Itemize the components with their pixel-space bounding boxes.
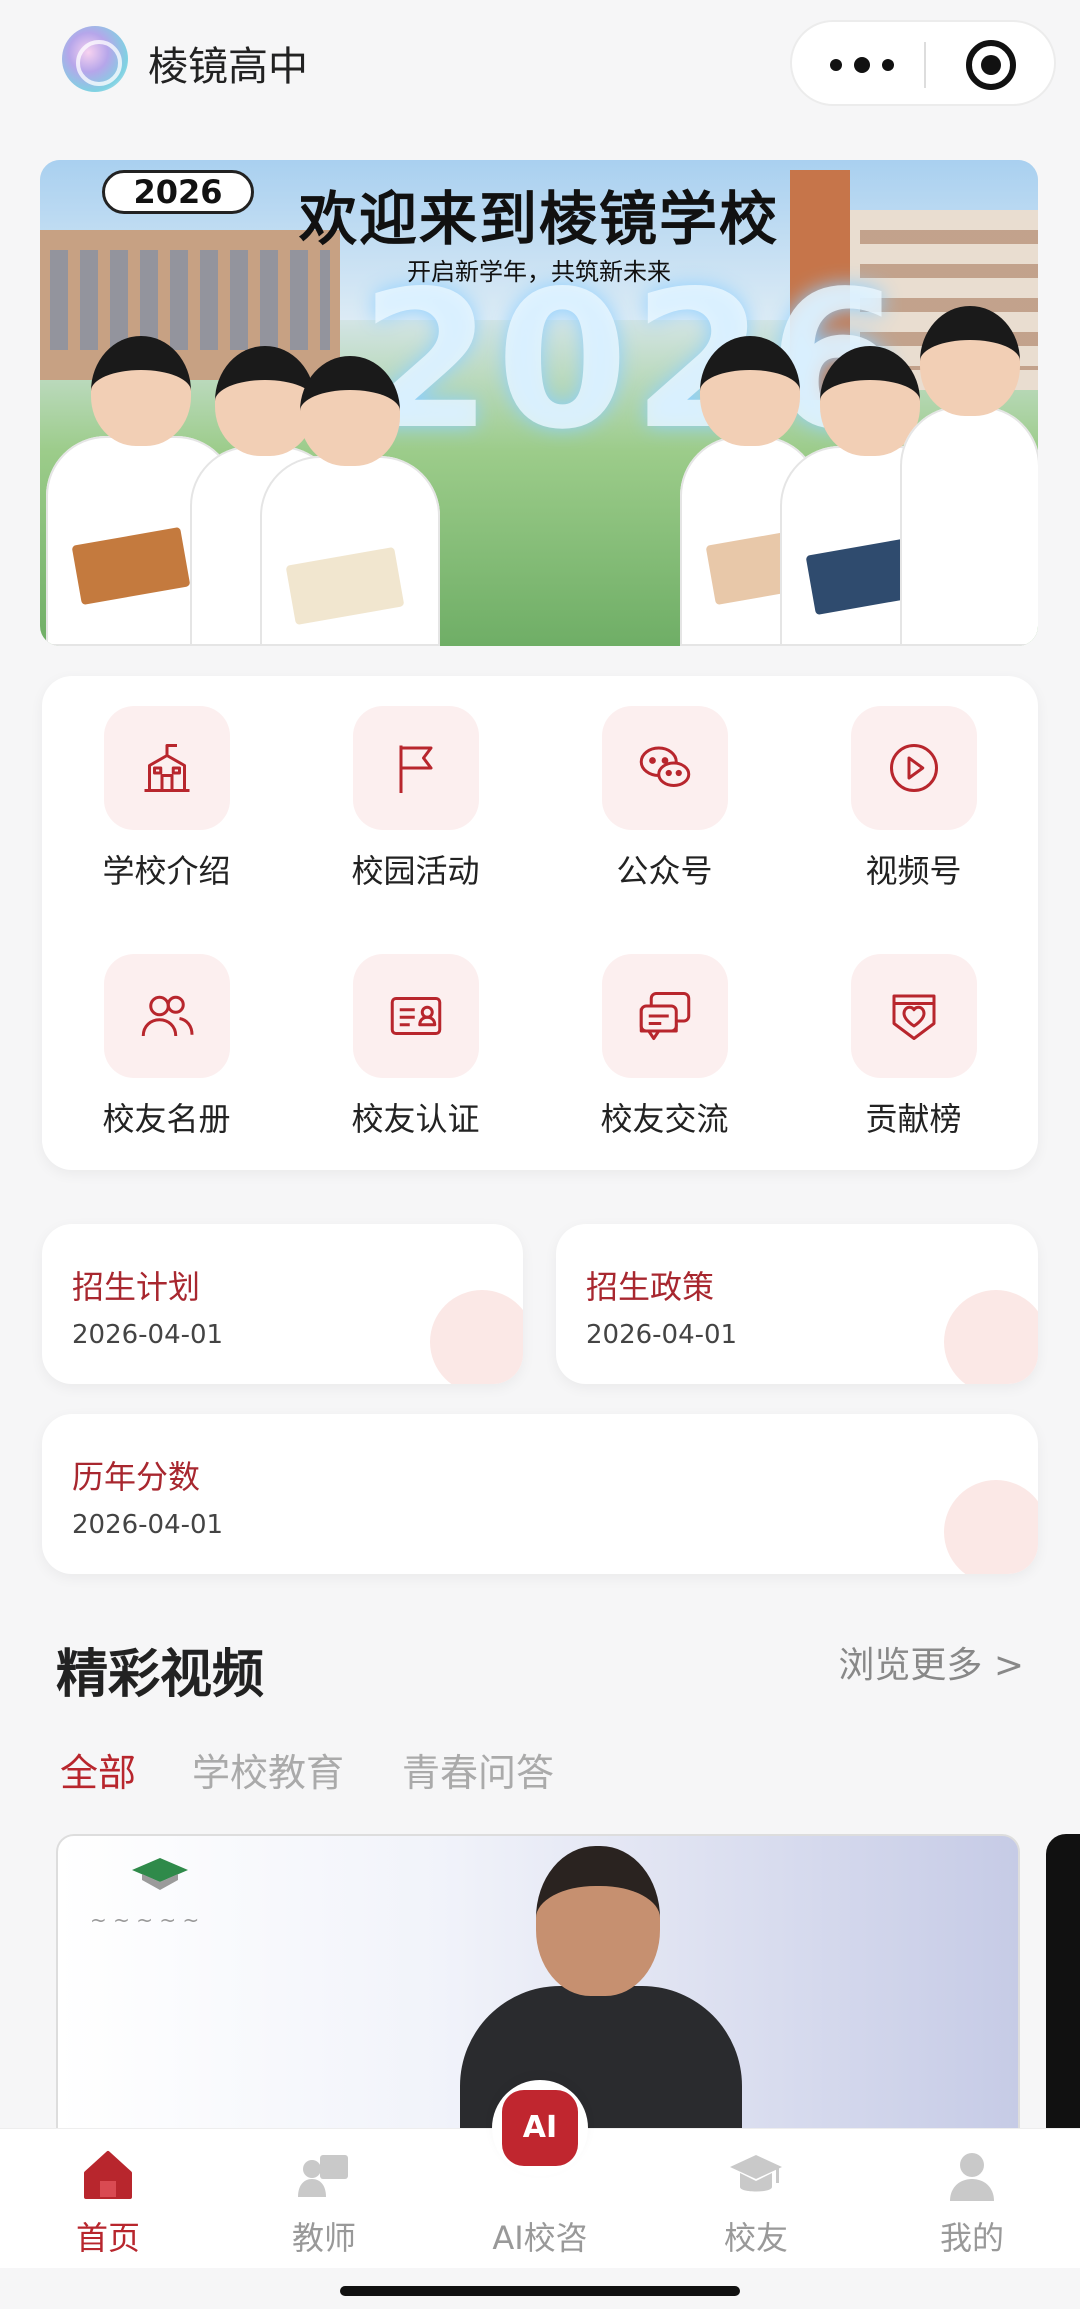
home-icon — [84, 2151, 132, 2199]
user-icon — [950, 2153, 994, 2201]
info-card-title: 招生计划 — [72, 1268, 201, 1306]
info-card-date: 2026-04-01 — [586, 1320, 738, 1350]
card-decoration — [430, 1290, 523, 1384]
banner-student — [260, 356, 440, 646]
nav-item-teacher[interactable]: 教师 — [216, 2129, 432, 2269]
menu-item-label: 校友交流 — [600, 1100, 729, 1138]
nav-item-alumni[interactable]: 校友 — [648, 2129, 864, 2269]
mini-program-capsule — [790, 20, 1056, 106]
menu-item-label: 视频号 — [865, 852, 962, 890]
info-card-enrollment-plan[interactable]: 招生计划 2026-04-01 — [42, 1224, 523, 1384]
graduation-cap-icon — [730, 2155, 782, 2192]
info-card-title: 招生政策 — [586, 1268, 715, 1306]
video-watermark: ~ ~ ~ ~ ~ — [90, 1908, 200, 1932]
welcome-banner[interactable]: 2026 2026 欢迎来到棱镜学校 开启新学年，共筑新未来 — [40, 160, 1038, 646]
menu-item-label: 贡献榜 — [865, 1100, 962, 1138]
app-title: 棱镜高中 — [148, 44, 308, 90]
banner-student — [900, 306, 1038, 646]
id-card-icon — [390, 997, 442, 1035]
menu-item-video-channel[interactable]: 视频号 — [789, 676, 1038, 890]
nav-label: 校友 — [723, 2219, 788, 2257]
nav-item-home[interactable]: 首页 — [0, 2129, 216, 2269]
nav-label: 首页 — [75, 2219, 140, 2257]
nav-label: 教师 — [291, 2219, 356, 2257]
video-thumbnail-person-head — [536, 1846, 660, 1996]
heart-shield-icon — [892, 994, 936, 1040]
menu-item-label: 公众号 — [616, 852, 713, 890]
menu-item-label: 校友名册 — [102, 1100, 231, 1138]
tab-all[interactable]: 全部 — [60, 1742, 136, 1797]
menu-item-alumni-verify[interactable]: 校友认证 — [291, 924, 540, 1138]
more-options-icon[interactable] — [830, 50, 894, 80]
menu-item-alumni-exchange[interactable]: 校友交流 — [540, 924, 789, 1138]
ai-consult-button[interactable]: AI — [492, 2080, 588, 2176]
browse-more-link[interactable]: 浏览更多 > — [838, 1636, 1024, 1688]
menu-item-label: 校友认证 — [351, 1100, 480, 1138]
menu-item-official-account[interactable]: 公众号 — [540, 676, 789, 890]
users-icon — [141, 995, 194, 1037]
capsule-divider — [924, 42, 926, 88]
tab-school-education[interactable]: 学校教育 — [192, 1742, 344, 1797]
menu-item-school-intro[interactable]: 学校介绍 — [42, 676, 291, 890]
menu-item-contribution-board[interactable]: 贡献榜 — [789, 924, 1038, 1138]
wechat-icon — [639, 746, 691, 787]
info-card-date: 2026-04-01 — [72, 1510, 224, 1540]
play-icon — [890, 744, 938, 792]
banner-headline: 欢迎来到棱镜学校 — [298, 185, 779, 253]
card-decoration — [944, 1290, 1038, 1384]
info-card-title: 历年分数 — [72, 1458, 201, 1496]
info-card-historical-scores[interactable]: 历年分数 2026-04-01 — [42, 1414, 1038, 1574]
home-indicator[interactable] — [340, 2286, 740, 2296]
school-icon — [144, 744, 190, 792]
menu-item-campus-events[interactable]: 校园活动 — [291, 676, 540, 890]
info-card-date: 2026-04-01 — [72, 1320, 224, 1350]
chat-icon — [639, 992, 691, 1040]
top-bar: 棱镜高中 — [0, 0, 1080, 130]
menu-item-label: 校园活动 — [351, 852, 480, 890]
menu-item-label: 学校介绍 — [102, 852, 231, 890]
next-video-card[interactable] — [1046, 1834, 1080, 2134]
nav-item-mine[interactable]: 我的 — [864, 2129, 1080, 2269]
card-decoration — [944, 1480, 1038, 1574]
flag-icon — [399, 745, 433, 793]
nav-label: AI校咨 — [492, 2219, 588, 2257]
close-target-icon[interactable] — [966, 40, 1016, 90]
function-menu-card: 学校介绍 校园活动 公众号 视频号 校友名册 校友认证 校友交流 贡献榜 — [42, 676, 1038, 1170]
menu-item-alumni-directory[interactable]: 校友名册 — [42, 924, 291, 1138]
ai-icon: AI — [502, 2090, 578, 2166]
teacher-icon — [298, 2155, 348, 2197]
school-logo-icon — [62, 26, 128, 92]
info-card-enrollment-policy[interactable]: 招生政策 2026-04-01 — [556, 1224, 1038, 1384]
tab-youth-qa[interactable]: 青春问答 — [402, 1742, 554, 1797]
video-school-logo-icon — [132, 1858, 188, 1890]
banner-subline: 开启新学年，共筑新未来 — [407, 258, 671, 286]
nav-label: 我的 — [939, 2219, 1004, 2257]
section-title: 精彩视频 — [56, 1645, 265, 1705]
